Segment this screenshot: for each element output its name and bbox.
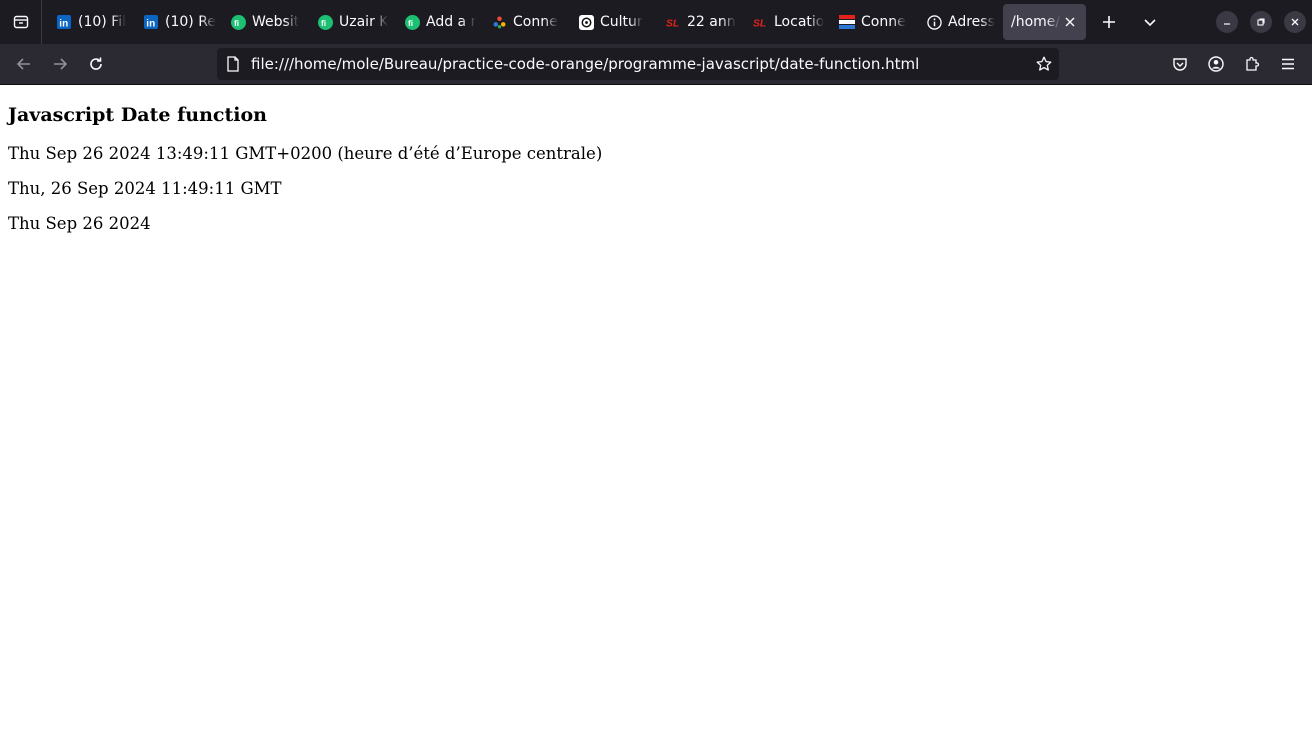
- svg-text:in: in: [146, 18, 155, 29]
- extensions-button[interactable]: [1238, 50, 1266, 78]
- restore-button[interactable]: [1250, 11, 1272, 33]
- forward-button[interactable]: [46, 50, 74, 78]
- date-datestring-output: Thu Sep 26 2024: [8, 214, 151, 233]
- page-icon: [225, 56, 241, 72]
- tab-adresse[interactable]: Adress: [916, 4, 1003, 40]
- tab-title: /home/r: [1011, 14, 1061, 30]
- close-icon: [1291, 18, 1299, 26]
- reload-button[interactable]: [82, 50, 110, 78]
- sl-icon: SL: [665, 14, 681, 30]
- tab-connect-1[interactable]: Conne: [481, 4, 568, 40]
- svg-text:SL: SL: [666, 18, 679, 29]
- svg-text:SL: SL: [753, 18, 766, 29]
- puzzle-icon: [1246, 56, 1260, 71]
- tab-title: Websit: [252, 14, 300, 30]
- url-text[interactable]: file:///home/mole/Bureau/practice-code-o…: [251, 48, 919, 80]
- tab-connect-2[interactable]: Conne: [829, 4, 916, 40]
- linkedin-icon: in: [143, 14, 159, 30]
- tab-strip: in (10) Fil in (10) Re fi Websit fi Uzai…: [0, 0, 1312, 44]
- pocket-icon: [1173, 58, 1187, 71]
- tab-title: Adress: [948, 14, 995, 30]
- pocket-button[interactable]: [1166, 50, 1194, 78]
- svg-text:fi: fi: [234, 17, 239, 27]
- tab-add[interactable]: fi Add a r: [394, 4, 481, 40]
- close-window-button[interactable]: [1284, 11, 1306, 33]
- svg-text:in: in: [59, 18, 68, 29]
- tab-uzair[interactable]: fi Uzair K: [307, 4, 394, 40]
- tab-title: Locatio: [774, 14, 825, 30]
- arrow-right-icon: [54, 58, 68, 70]
- minimize-button[interactable]: [1216, 11, 1238, 33]
- tab-title: (10) Fil: [78, 14, 127, 30]
- tab-list: in (10) Fil in (10) Re fi Websit fi Uzai…: [46, 0, 1086, 44]
- info-icon: [926, 14, 942, 30]
- svg-text:fi: fi: [321, 17, 326, 27]
- hamburger-menu-icon: [1282, 58, 1294, 70]
- tab-linkedin-2[interactable]: in (10) Re: [133, 4, 220, 40]
- tab-active-date-function[interactable]: /home/r: [1003, 4, 1086, 40]
- restore-icon: [1257, 18, 1265, 26]
- plus-icon: [1103, 16, 1115, 28]
- tab-title: Add a r: [426, 14, 477, 30]
- page-content: Javascript Date function Thu Sep 26 2024…: [0, 85, 1312, 741]
- tab-title: Uzair K: [339, 14, 389, 30]
- date-tostring-output: Thu Sep 26 2024 13:49:11 GMT+0200 (heure…: [8, 144, 603, 163]
- back-button[interactable]: [10, 50, 38, 78]
- tab-linkedin-1[interactable]: in (10) Fil: [46, 4, 133, 40]
- tab-location[interactable]: SL Locatio: [742, 4, 829, 40]
- tab-website[interactable]: fi Websit: [220, 4, 307, 40]
- bookmark-star-icon[interactable]: [1035, 55, 1053, 73]
- fi-green-icon: fi: [317, 14, 333, 30]
- fi-green-icon: fi: [404, 14, 420, 30]
- close-tab-icon[interactable]: [1062, 14, 1078, 30]
- svg-text:fi: fi: [408, 17, 413, 27]
- date-utc-output: Thu, 26 Sep 2024 11:49:11 GMT: [8, 179, 282, 198]
- browser-window: in (10) Fil in (10) Re fi Websit fi Uzai…: [0, 0, 1312, 741]
- tab-title: Conne: [513, 14, 558, 30]
- tab-22-ans[interactable]: SL 22 ann: [655, 4, 742, 40]
- reload-icon: [90, 57, 102, 70]
- tab-title: Conne: [861, 14, 906, 30]
- menu-button[interactable]: [1274, 50, 1302, 78]
- account-button[interactable]: [1202, 50, 1230, 78]
- openai-icon: [578, 14, 594, 30]
- new-tab-button[interactable]: [1095, 8, 1123, 36]
- cned-icon: [839, 14, 855, 30]
- fi-green-icon: fi: [230, 14, 246, 30]
- account-icon: [1208, 56, 1224, 72]
- chevron-down-icon: [1144, 19, 1156, 27]
- colorful-logo-icon: [491, 14, 507, 30]
- tab-title: Cultur: [600, 14, 643, 30]
- firefox-view-button[interactable]: [0, 0, 42, 44]
- page-heading: Javascript Date function: [8, 104, 267, 126]
- arrow-left-icon: [16, 58, 30, 70]
- minimize-icon: [1224, 23, 1230, 25]
- tab-title: (10) Re: [165, 14, 216, 30]
- sl-icon: SL: [752, 14, 768, 30]
- firefox-view-icon: [13, 15, 28, 29]
- navigation-toolbar: file:///home/mole/Bureau/practice-code-o…: [0, 44, 1312, 85]
- tab-title: 22 ann: [687, 14, 736, 30]
- address-bar[interactable]: file:///home/mole/Bureau/practice-code-o…: [217, 48, 1059, 80]
- list-all-tabs-button[interactable]: [1136, 8, 1164, 36]
- linkedin-icon: in: [56, 14, 72, 30]
- tab-culture[interactable]: Cultur: [568, 4, 655, 40]
